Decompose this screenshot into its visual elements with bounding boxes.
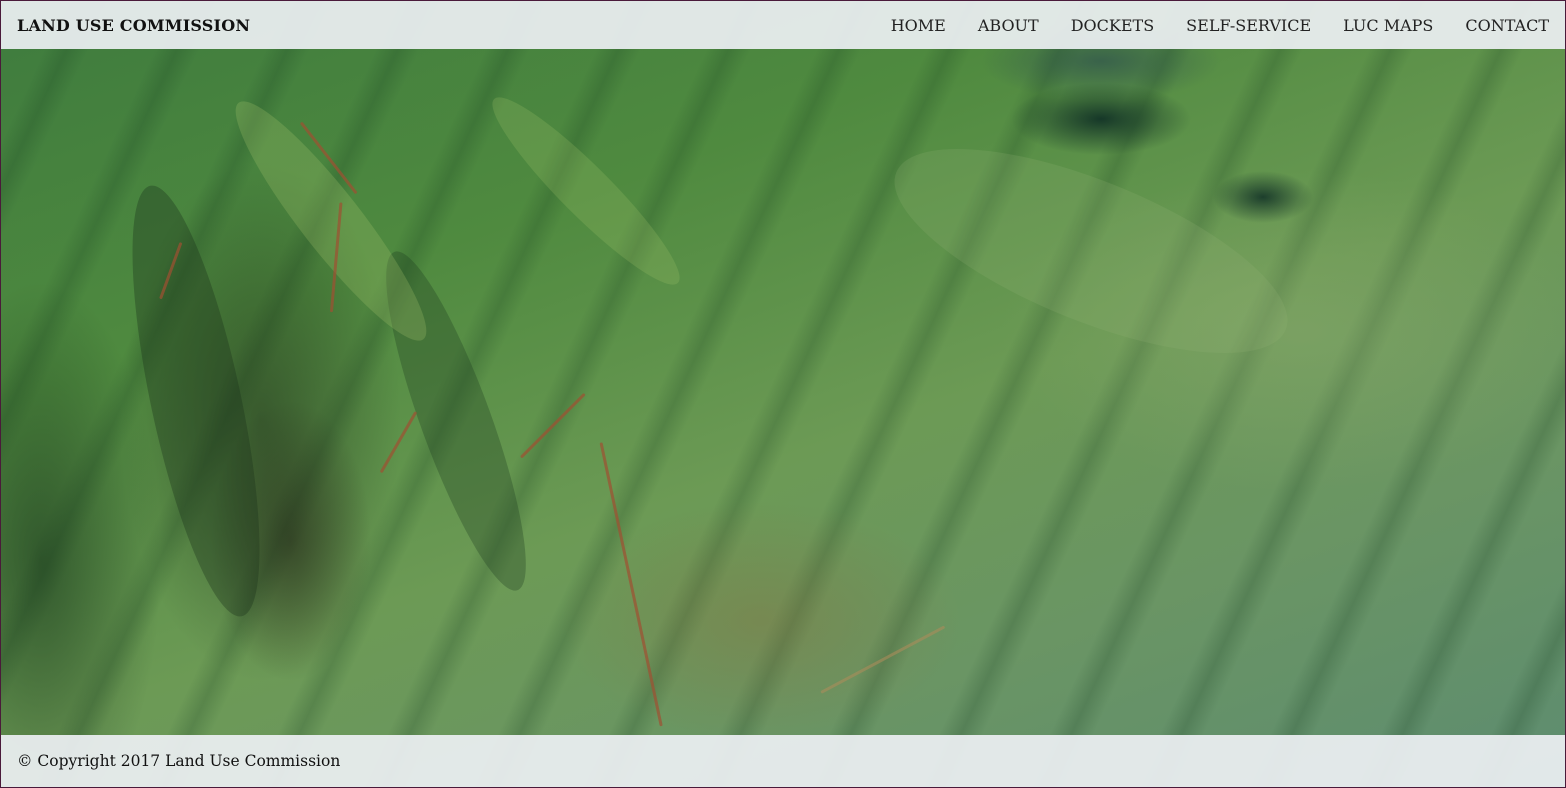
dirt-trail	[299, 121, 358, 195]
ridge-shadow	[361, 239, 551, 603]
dirt-trail	[329, 202, 343, 313]
nav-about[interactable]: ABOUT	[978, 16, 1039, 35]
ridge-highlight	[870, 107, 1312, 395]
hero-aerial-image	[1, 1, 1565, 787]
ridge-highlight	[215, 84, 447, 358]
site-header: LAND USE COMMISSION HOME ABOUT DOCKETS S…	[1, 1, 1565, 49]
dirt-trail	[159, 241, 183, 300]
ridge-highlight	[476, 81, 696, 301]
nav-contact[interactable]: CONTACT	[1465, 16, 1549, 35]
dirt-trail	[519, 392, 586, 459]
dirt-trail	[599, 442, 663, 727]
nav-home[interactable]: HOME	[891, 16, 946, 35]
main-nav: HOME ABOUT DOCKETS SELF-SERVICE LUC MAPS…	[891, 16, 1549, 35]
site-title-link[interactable]: LAND USE COMMISSION	[17, 16, 250, 35]
copyright-text: © Copyright 2017 Land Use Commission	[17, 752, 341, 770]
nav-self-service[interactable]: SELF-SERVICE	[1186, 16, 1311, 35]
ridge-shadow	[106, 176, 286, 626]
site-footer: © Copyright 2017 Land Use Commission	[1, 735, 1565, 787]
page: LAND USE COMMISSION HOME ABOUT DOCKETS S…	[1, 1, 1565, 787]
dirt-trail	[379, 411, 418, 474]
nav-luc-maps[interactable]: LUC MAPS	[1343, 16, 1433, 35]
dirt-trail	[820, 625, 946, 694]
nav-dockets[interactable]: DOCKETS	[1071, 16, 1154, 35]
